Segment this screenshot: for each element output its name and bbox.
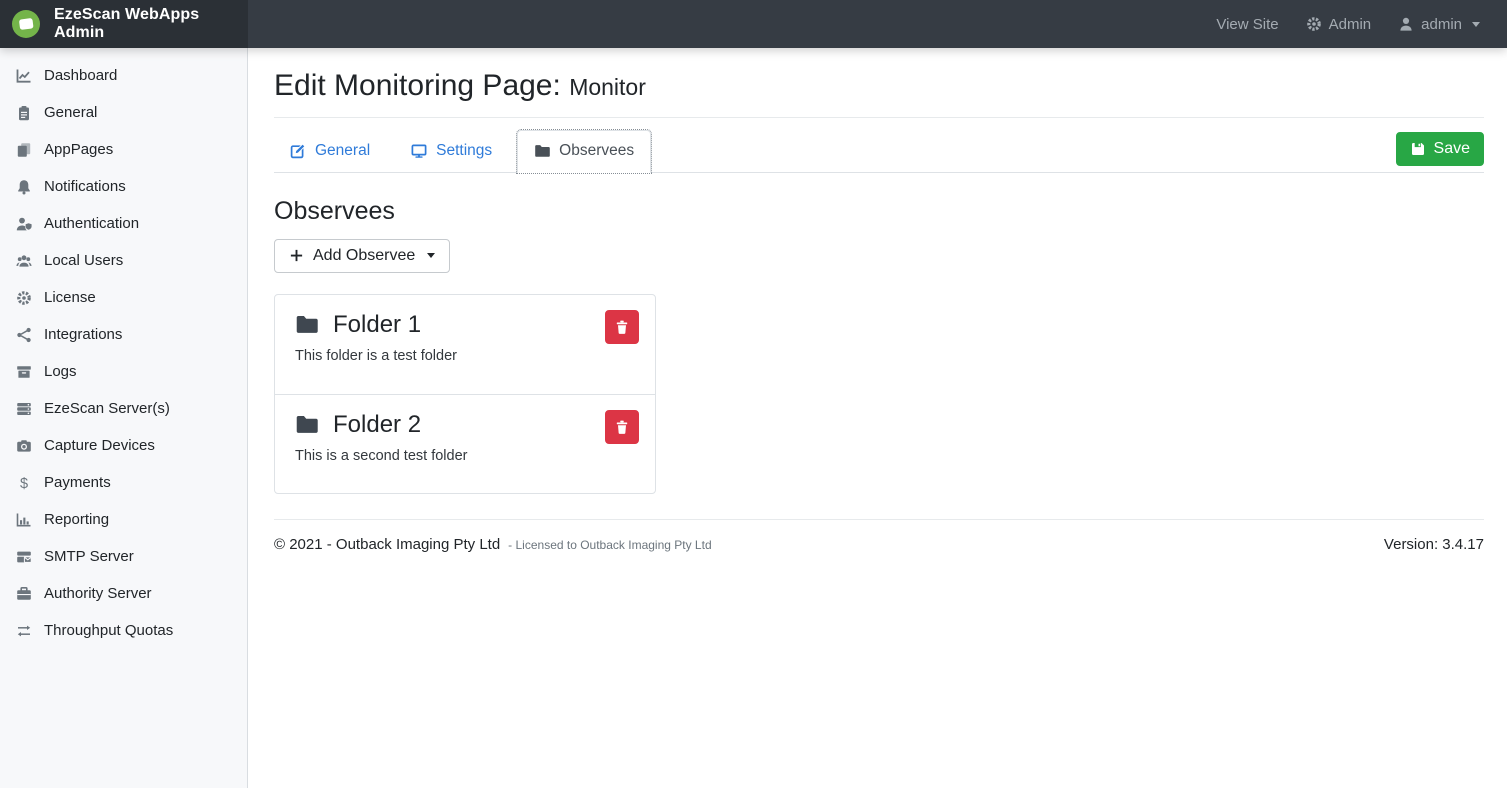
add-observee-button[interactable]: Add Observee bbox=[274, 239, 450, 273]
dollar-icon: $ bbox=[14, 475, 33, 491]
server-icon bbox=[14, 401, 33, 417]
gear-icon bbox=[1306, 16, 1322, 32]
save-floppy-icon bbox=[1410, 141, 1426, 157]
sidebar-item-license[interactable]: License bbox=[0, 279, 247, 316]
sidebar-item-integrations[interactable]: Integrations bbox=[0, 316, 247, 353]
briefcase-icon bbox=[14, 586, 33, 602]
exchange-icon bbox=[14, 623, 33, 639]
plus-icon bbox=[289, 248, 304, 263]
user-menu[interactable]: admin bbox=[1398, 16, 1480, 33]
sidebar-item-throughput-quotas[interactable]: Throughput Quotas bbox=[0, 612, 247, 649]
observee-item-folder-2: Folder 2 This is a second test folder bbox=[275, 394, 655, 493]
cog-icon bbox=[14, 290, 33, 306]
sidebar-item-ezescan-servers[interactable]: EzeScan Server(s) bbox=[0, 390, 247, 427]
navbar-right: View Site Admin admin bbox=[248, 0, 1507, 48]
chart-line-icon bbox=[14, 68, 33, 84]
svg-text:$: $ bbox=[19, 476, 27, 491]
observee-name: Folder 1 bbox=[333, 311, 421, 339]
share-icon bbox=[14, 327, 33, 343]
sidebar-item-payments[interactable]: $ Payments bbox=[0, 464, 247, 501]
page-title: Edit Monitoring Page: Monitor bbox=[274, 69, 1484, 104]
caret-down-icon bbox=[1472, 22, 1480, 27]
trash-icon bbox=[614, 419, 630, 435]
chart-bar-icon bbox=[14, 512, 33, 528]
sidebar-item-dashboard[interactable]: Dashboard bbox=[0, 57, 247, 94]
trash-icon bbox=[614, 319, 630, 335]
sidebar-item-smtp-server[interactable]: SMTP Server bbox=[0, 538, 247, 575]
edit-icon bbox=[290, 143, 306, 159]
user-shield-icon bbox=[14, 216, 33, 232]
delete-observee-button[interactable] bbox=[605, 310, 639, 344]
users-icon bbox=[14, 253, 33, 269]
observee-description: This folder is a test folder bbox=[295, 348, 635, 364]
tab-observees[interactable]: Observees bbox=[517, 130, 651, 173]
mail-server-icon bbox=[14, 549, 33, 565]
observee-description: This is a second test folder bbox=[295, 448, 635, 464]
bell-icon bbox=[14, 179, 33, 195]
sidebar-item-notifications[interactable]: Notifications bbox=[0, 168, 247, 205]
sidebar-item-reporting[interactable]: Reporting bbox=[0, 501, 247, 538]
observee-item-folder-1: Folder 1 This folder is a test folder bbox=[275, 295, 655, 394]
save-button[interactable]: Save bbox=[1396, 132, 1484, 166]
ezescan-admin-app: EzeScan WebApps Admin View Site Admin bbox=[0, 0, 1507, 788]
sidebar-item-general[interactable]: General bbox=[0, 94, 247, 131]
admin-link[interactable]: Admin bbox=[1306, 16, 1372, 33]
sidebar-item-authentication[interactable]: Authentication bbox=[0, 205, 247, 242]
observee-name: Folder 2 bbox=[333, 411, 421, 439]
folder-icon bbox=[295, 413, 318, 436]
main-content: Edit Monitoring Page: Monitor General Se… bbox=[249, 48, 1507, 788]
view-site-link[interactable]: View Site bbox=[1216, 16, 1278, 33]
title-divider bbox=[274, 117, 1484, 118]
sidebar-item-authority-server[interactable]: Authority Server bbox=[0, 575, 247, 612]
sidebar-item-apppages[interactable]: AppPages bbox=[0, 131, 247, 168]
archive-icon bbox=[14, 364, 33, 380]
sidebar-item-capture-devices[interactable]: Capture Devices bbox=[0, 427, 247, 464]
delete-observee-button[interactable] bbox=[605, 410, 639, 444]
licensed-text: - Licensed to Outback Imaging Pty Ltd bbox=[508, 538, 711, 552]
tab-bar: General Settings Observees Save bbox=[274, 130, 1484, 173]
observees-section-title: Observees bbox=[274, 197, 1484, 226]
pages-icon bbox=[14, 142, 33, 158]
caret-down-icon bbox=[427, 253, 435, 258]
folder-icon bbox=[295, 313, 318, 336]
sidebar-nav: Dashboard General AppPages Notifications bbox=[0, 48, 248, 788]
page-title-subject: Monitor bbox=[569, 74, 646, 100]
clipboard-icon bbox=[14, 105, 33, 121]
folder-icon bbox=[534, 143, 550, 159]
brand-title[interactable]: EzeScan WebApps Admin bbox=[54, 6, 248, 42]
app-logo bbox=[11, 9, 41, 39]
version-text: Version: 3.4.17 bbox=[1384, 536, 1484, 553]
tab-settings[interactable]: Settings bbox=[395, 130, 508, 173]
sidebar-item-local-users[interactable]: Local Users bbox=[0, 242, 247, 279]
copyright-text: © 2021 - Outback Imaging Pty Ltd bbox=[274, 536, 500, 553]
tab-general[interactable]: General bbox=[274, 130, 386, 173]
page-footer: © 2021 - Outback Imaging Pty Ltd - Licens… bbox=[274, 520, 1484, 553]
sidebar-item-logs[interactable]: Logs bbox=[0, 353, 247, 390]
camera-icon bbox=[14, 438, 33, 454]
user-icon bbox=[1398, 16, 1414, 32]
observee-list: Folder 1 This folder is a test folder Fo… bbox=[274, 294, 656, 494]
monitor-icon bbox=[411, 143, 427, 159]
top-navbar: EzeScan WebApps Admin View Site Admin bbox=[0, 0, 1507, 48]
navbar-brand-section: EzeScan WebApps Admin bbox=[0, 0, 248, 48]
